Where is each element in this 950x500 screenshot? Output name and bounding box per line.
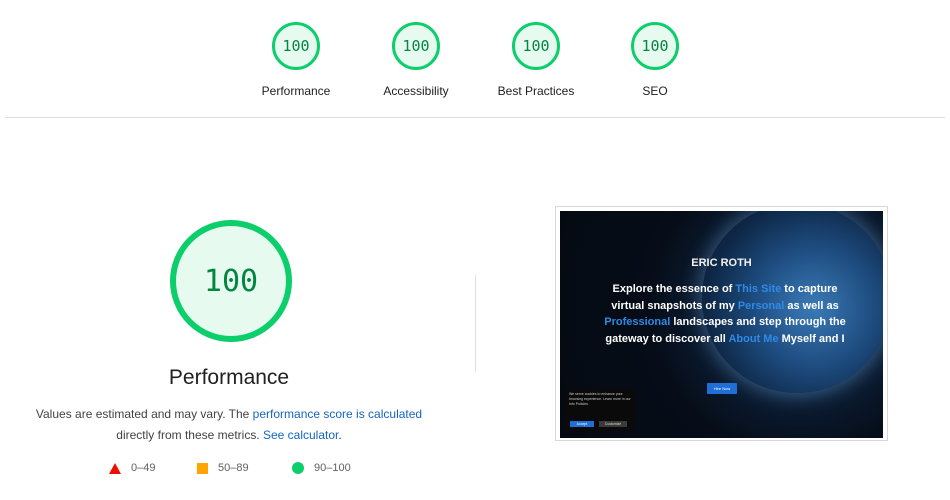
cookie-text: We serve cookies to enhance your browsin… bbox=[569, 392, 631, 406]
gauge-label: Best Practices bbox=[497, 84, 575, 98]
gauge-label: SEO bbox=[642, 84, 668, 98]
desc-text: Values are estimated and may vary. The bbox=[35, 407, 253, 421]
page-screenshot-preview[interactable]: ERIC ROTH Explore the essence of This Si… bbox=[555, 206, 888, 441]
circle-icon bbox=[292, 462, 304, 474]
score-summary: 100 Performance 100 Accessibility 100 Be… bbox=[0, 0, 950, 118]
gauge-score: 100 bbox=[282, 37, 310, 55]
hero-text: Explore the essence of This Site to capt… bbox=[600, 281, 850, 347]
performance-title: Performance bbox=[168, 366, 290, 389]
cookie-customize-button: Customize bbox=[599, 421, 627, 427]
vertical-divider bbox=[475, 275, 476, 372]
see-calculator-link[interactable]: See calculator bbox=[263, 428, 338, 442]
performance-gauge: 100 bbox=[170, 220, 292, 342]
gauge-ring: 100 bbox=[512, 22, 560, 70]
hero-name: ERIC ROTH bbox=[691, 257, 752, 269]
hire-now-button: Hire Now bbox=[707, 383, 737, 394]
section-divider bbox=[5, 117, 945, 118]
hero-highlight: Personal bbox=[737, 299, 785, 312]
screenshot-image: ERIC ROTH Explore the essence of This Si… bbox=[560, 211, 883, 438]
gauge-ring: 100 bbox=[631, 22, 679, 70]
desc-text: directly from these metrics. bbox=[116, 428, 263, 442]
gauge-score: 100 bbox=[522, 37, 550, 55]
gauge-label: Performance bbox=[261, 84, 331, 98]
performance-description: Values are estimated and may vary. The p… bbox=[30, 404, 428, 446]
gauge-ring: 100 bbox=[272, 22, 320, 70]
legend-fail: 0–49 bbox=[109, 462, 155, 474]
hero-highlight: This Site bbox=[735, 283, 782, 295]
cookie-accept-button: Accept bbox=[570, 421, 594, 427]
gauge-label: Accessibility bbox=[383, 84, 449, 98]
gauge-ring: 100 bbox=[392, 22, 440, 70]
hero-text-part: Myself and I bbox=[778, 332, 845, 345]
hero-highlight: About Me bbox=[728, 332, 779, 345]
legend-average: 50–89 bbox=[197, 462, 249, 474]
hero-text-part: as well as bbox=[784, 299, 839, 312]
gauge-performance[interactable]: 100 Performance bbox=[236, 22, 356, 98]
gauge-score: 100 bbox=[402, 37, 430, 55]
performance-score-link[interactable]: performance score is calculated bbox=[253, 407, 422, 421]
score-legend: 0–49 50–89 90–100 bbox=[105, 462, 375, 478]
gauge-accessibility[interactable]: 100 Accessibility bbox=[356, 22, 476, 98]
legend-range: 0–49 bbox=[131, 462, 156, 474]
gauge-seo[interactable]: 100 SEO bbox=[595, 22, 715, 98]
square-icon bbox=[197, 462, 208, 474]
legend-range: 90–100 bbox=[314, 462, 351, 474]
cookie-banner: We serve cookies to enhance your browsin… bbox=[565, 389, 635, 431]
hero-highlight: Professional bbox=[604, 316, 671, 328]
gauge-score: 100 bbox=[641, 37, 669, 55]
desc-text: . bbox=[338, 428, 342, 442]
legend-pass: 90–100 bbox=[292, 462, 351, 474]
legend-range: 50–89 bbox=[218, 462, 249, 474]
triangle-icon bbox=[109, 462, 121, 474]
hero-text-part: Explore the essence of bbox=[612, 283, 736, 295]
performance-score: 100 bbox=[203, 263, 259, 299]
gauge-best-practices[interactable]: 100 Best Practices bbox=[476, 22, 596, 98]
